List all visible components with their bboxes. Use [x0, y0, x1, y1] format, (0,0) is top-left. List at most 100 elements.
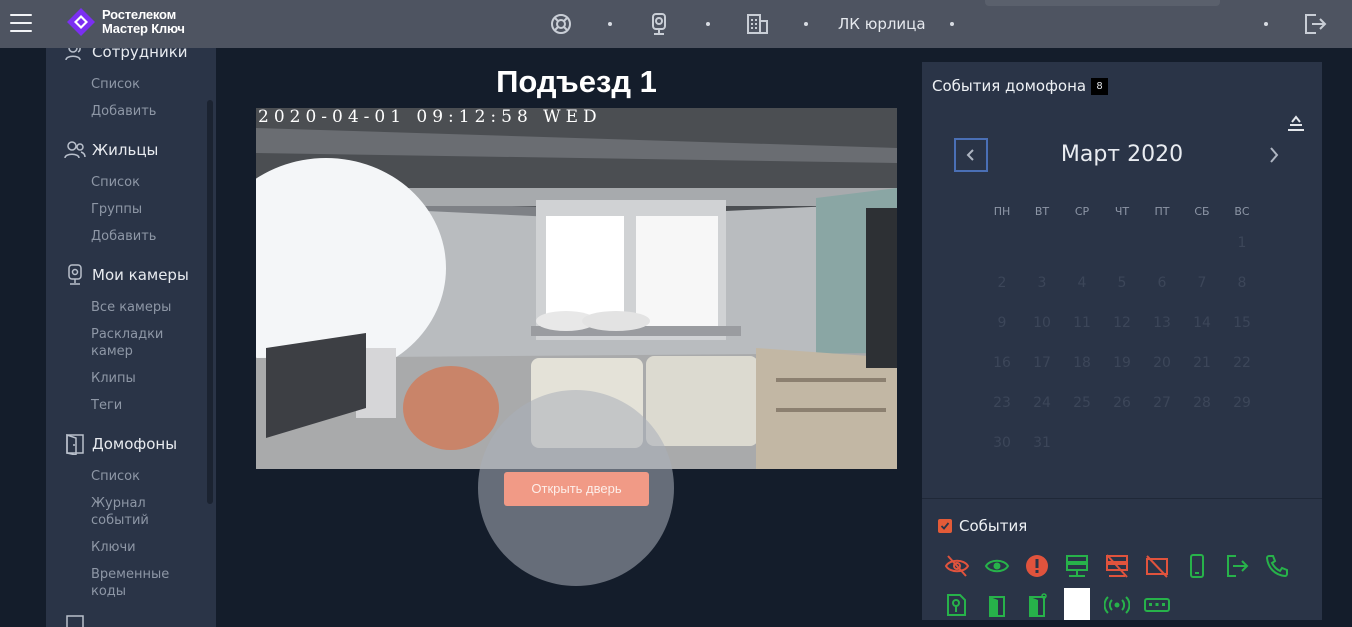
- top-bar: Ростелеком Мастер Ключ ЛК юрлица: [0, 0, 1352, 48]
- calendar-weekday: ВТ: [1034, 205, 1050, 218]
- calendar-day[interactable]: 15: [1222, 303, 1262, 343]
- logout-icon[interactable]: [1302, 11, 1328, 37]
- exit-icon[interactable]: [1224, 553, 1250, 579]
- sidebar-section-label: Мои камеры: [92, 266, 189, 284]
- sidebar-section-employees[interactable]: Сотрудники: [64, 48, 188, 63]
- hidden-icon[interactable]: [944, 553, 970, 579]
- chevron-left-icon: [966, 149, 974, 161]
- calendar-day[interactable]: 3: [1022, 263, 1062, 303]
- sidebar-item-all-cameras[interactable]: Все камеры: [91, 299, 171, 316]
- account-type-label[interactable]: ЛК юрлица: [838, 15, 926, 33]
- calendar-grid: ПН ВТ СР ЧТ ПТ СБ ВС 1 2 3 4 5 6 7 8 9 10 11 12 13 14 15 16 17 1…: [982, 201, 1262, 463]
- door-open-icon[interactable]: [984, 592, 1010, 618]
- event-filter-blank[interactable]: [1064, 588, 1090, 620]
- calendar-day[interactable]: 8: [1222, 263, 1262, 303]
- calendar-day[interactable]: 2: [982, 263, 1022, 303]
- calendar-weekday: ПТ: [1154, 205, 1170, 218]
- door-key-icon[interactable]: [1024, 592, 1050, 618]
- sidebar-scrollbar[interactable]: [207, 100, 213, 504]
- calendar-day[interactable]: 18: [1062, 343, 1102, 383]
- brand-line-2: Мастер Ключ: [102, 21, 185, 36]
- calendar-weekday: СР: [1074, 205, 1090, 218]
- sidebar-section-intercoms[interactable]: Домофоны: [64, 433, 177, 455]
- camera-off-icon[interactable]: [1144, 553, 1170, 579]
- calendar-day[interactable]: 22: [1222, 343, 1262, 383]
- calendar-month: Март 2020: [1060, 142, 1184, 167]
- calendar-day[interactable]: 12: [1102, 303, 1142, 343]
- calendar-weekday: ЧТ: [1114, 205, 1130, 218]
- sidebar-item-camera-layouts[interactable]: Раскладки камер: [91, 326, 171, 360]
- sidebar-section-cameras[interactable]: Мои камеры: [64, 264, 189, 286]
- calendar-empty-cell: [1142, 223, 1182, 263]
- calendar-day[interactable]: 19: [1102, 343, 1142, 383]
- calendar-day[interactable]: 26: [1102, 383, 1142, 423]
- calendar-day[interactable]: 11: [1062, 303, 1102, 343]
- key-card-icon[interactable]: [944, 592, 970, 618]
- camera-icon[interactable]: [646, 11, 672, 37]
- calendar-prev-button[interactable]: [954, 138, 988, 172]
- calendar-day[interactable]: 17: [1022, 343, 1062, 383]
- calendar-day[interactable]: 27: [1142, 383, 1182, 423]
- calendar-day[interactable]: 20: [1142, 343, 1182, 383]
- alert-icon[interactable]: [1024, 553, 1050, 579]
- sidebar-item-intercom-list[interactable]: Список: [91, 468, 140, 485]
- sidebar-item-keys[interactable]: Ключи: [91, 539, 136, 556]
- events-panel-title: События домофона: [932, 77, 1087, 95]
- calendar-day[interactable]: 7: [1182, 263, 1222, 303]
- sidebar-item-residents-groups[interactable]: Группы: [91, 201, 142, 218]
- sidebar-item-employees-add[interactable]: Добавить: [91, 103, 156, 120]
- calendar-weekday: СБ: [1194, 205, 1210, 218]
- sidebar-section-label: Жильцы: [92, 141, 159, 159]
- calendar-day[interactable]: 16: [982, 343, 1022, 383]
- logo-icon: [67, 8, 95, 36]
- calendar-day[interactable]: 1: [1222, 223, 1262, 263]
- brand-line-1: Ростелеком: [102, 7, 176, 22]
- calendar-day[interactable]: 28: [1182, 383, 1222, 423]
- calendar-day[interactable]: 25: [1062, 383, 1102, 423]
- nav-separator: [608, 22, 612, 26]
- calendar-day[interactable]: 14: [1182, 303, 1222, 343]
- chevron-right-icon[interactable]: [1264, 145, 1284, 165]
- top-bar-tab: [985, 0, 1220, 6]
- calendar-weekday: ПН: [993, 205, 1011, 218]
- page-title: Подъезд 1: [496, 64, 657, 99]
- calendar-day[interactable]: 10: [1022, 303, 1062, 343]
- calendar-day[interactable]: 6: [1142, 263, 1182, 303]
- events-checkbox[interactable]: [938, 519, 952, 533]
- sidebar-section-residents[interactable]: Жильцы: [64, 139, 158, 161]
- events-label: События: [959, 517, 1028, 535]
- sidebar-item-tags[interactable]: Теги: [91, 397, 122, 414]
- calendar-day[interactable]: 9: [982, 303, 1022, 343]
- calendar-day[interactable]: 5: [1102, 263, 1142, 303]
- calendar-day[interactable]: 21: [1182, 343, 1222, 383]
- events-count-badge: 8: [1091, 78, 1108, 95]
- server-icon[interactable]: [1064, 553, 1090, 579]
- radio-icon[interactable]: [1104, 592, 1130, 618]
- open-door-button[interactable]: Открыть дверь: [504, 472, 649, 506]
- collapse-icon[interactable]: [1286, 114, 1306, 132]
- calendar-day[interactable]: 29: [1222, 383, 1262, 423]
- nav-separator: [950, 22, 954, 26]
- calendar-day[interactable]: 31: [1022, 423, 1062, 463]
- nav-separator: [706, 22, 710, 26]
- calendar-day[interactable]: 13: [1142, 303, 1182, 343]
- phone-icon[interactable]: [1184, 553, 1210, 579]
- eye-icon[interactable]: [984, 553, 1010, 579]
- sidebar-item-event-log[interactable]: Журнал событий: [91, 495, 161, 529]
- calendar-day[interactable]: 23: [982, 383, 1022, 423]
- calendar-day[interactable]: 24: [1022, 383, 1062, 423]
- sidebar-item-employees-list[interactable]: Список: [91, 76, 140, 93]
- building-icon[interactable]: [744, 11, 770, 37]
- sidebar-item-clips[interactable]: Клипы: [91, 370, 136, 387]
- server-off-icon[interactable]: [1104, 553, 1130, 579]
- divider: [922, 498, 1322, 499]
- code-icon[interactable]: [1144, 592, 1170, 618]
- support-icon[interactable]: [548, 11, 574, 37]
- sidebar-item-residents-list[interactable]: Список: [91, 174, 140, 191]
- calendar-day[interactable]: 4: [1062, 263, 1102, 303]
- sidebar-item-temp-codes[interactable]: Временные коды: [91, 566, 171, 600]
- calendar-day[interactable]: 30: [982, 423, 1022, 463]
- call-icon[interactable]: [1264, 553, 1290, 579]
- sidebar-item-residents-add[interactable]: Добавить: [91, 228, 156, 245]
- menu-icon[interactable]: [10, 14, 32, 34]
